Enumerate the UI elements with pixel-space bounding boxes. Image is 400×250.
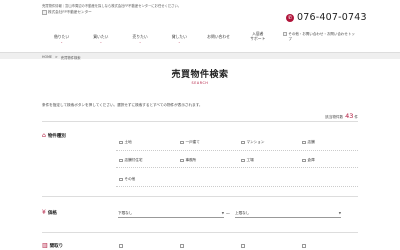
divider — [116, 150, 358, 151]
header-tagline: 売買物件情報｜富山市周辺の不動産を探しなら株式会社FP不動産センターにお任せくだ… — [42, 4, 182, 8]
nav-item-label: お問い合わせ — [207, 33, 230, 39]
phone-contact[interactable]: ✆ 076-407-0743 — [286, 12, 367, 23]
section-label-price: ¥ 価格 — [42, 209, 57, 216]
checkbox-other[interactable]: その他 — [119, 177, 135, 182]
checkbox-box[interactable] — [119, 177, 123, 182]
search-description: 条件を指定して検索ボタンを押してください。選択せずに検索するとすべての物件が表示… — [42, 103, 203, 107]
house-icon: ⌂ — [42, 132, 46, 139]
broken-image-icon — [42, 9, 47, 15]
checkbox-label: 店舗 — [307, 140, 315, 144]
checkbox-factory[interactable]: 工場 — [241, 158, 254, 163]
checkbox-box[interactable] — [180, 158, 184, 163]
chevron-down-icon: ⌄ — [60, 40, 63, 45]
checkbox-label: 事務所 — [185, 158, 197, 162]
checkbox-store-residence[interactable]: 店舗付住宅 — [119, 158, 142, 163]
section-label-text: 価格 — [47, 210, 57, 216]
nav-item-buy[interactable]: 買いたい ⌄ — [81, 28, 120, 46]
floorplan-icon: ▥ — [42, 242, 48, 249]
price-max-value: 上限なし — [235, 210, 250, 215]
nav-item-label: 買いたい — [93, 33, 109, 39]
checkbox-layout-option[interactable] — [241, 244, 247, 248]
checkbox-warehouse[interactable]: 倉庫 — [302, 158, 315, 163]
chevron-down-icon: ▼ — [221, 211, 224, 215]
breadcrumb-current: 売買物件検索 — [60, 55, 81, 60]
checkbox-box[interactable] — [180, 244, 184, 248]
nav-item-label: 入居者 サポート — [250, 31, 266, 41]
phone-number: 076-407-0743 — [297, 12, 367, 23]
checkbox-label: 工場 — [246, 158, 254, 162]
checkbox-mansion[interactable]: マンション — [241, 140, 264, 145]
breadcrumb-separator: > — [55, 54, 58, 59]
result-count-value: 43 — [345, 112, 354, 120]
checkbox-box[interactable] — [180, 140, 184, 145]
checkbox-box[interactable] — [241, 140, 245, 145]
divider — [42, 232, 358, 233]
checkbox-store[interactable]: 店舗 — [302, 140, 315, 145]
divider — [42, 196, 358, 197]
checkbox-house[interactable]: 一戸建て — [180, 140, 200, 145]
nav-item-contact[interactable]: お問い合わせ — [199, 28, 238, 46]
site-logo[interactable]: 株式会社FP不動産センター — [42, 9, 92, 15]
checkbox-land[interactable]: 土地 — [119, 140, 132, 145]
checkbox-label: マンション — [246, 140, 265, 144]
result-count-prefix: 該当物件数 — [325, 115, 344, 119]
nav-item-lend[interactable]: 貸したい ⌄ — [160, 28, 199, 46]
checkbox-box[interactable] — [302, 244, 306, 248]
broken-image-icon — [283, 32, 288, 36]
checkbox-layout-option[interactable] — [302, 244, 308, 248]
nav-item-sell[interactable]: 売りたい ⌄ — [120, 28, 159, 46]
nav-item-other[interactable]: その他・お問い合わせ・お問い合わせトップ — [283, 28, 358, 46]
section-label-text: 物件種別 — [47, 133, 66, 139]
divider — [42, 121, 358, 122]
checkbox-layout-option[interactable] — [180, 244, 186, 248]
checkbox-box[interactable] — [241, 244, 245, 248]
checkbox-box[interactable] — [119, 244, 123, 248]
page-subtitle: SEARCH — [191, 81, 209, 85]
checkbox-label: 倉庫 — [307, 158, 315, 162]
checkbox-box[interactable] — [119, 140, 123, 145]
nav-item-rent[interactable]: 借りたい ⌄ — [42, 28, 81, 46]
chevron-down-icon: ⌄ — [99, 40, 103, 45]
checkbox-box[interactable] — [302, 158, 306, 163]
checkbox-label: 店舗付住宅 — [124, 158, 143, 162]
breadcrumb: HOME > 売買物件検索 — [42, 55, 81, 60]
checkbox-label: その他 — [124, 177, 136, 181]
section-label-property-type: ⌂ 物件種別 — [42, 132, 66, 139]
checkbox-box[interactable] — [119, 158, 123, 163]
checkbox-box[interactable] — [302, 140, 306, 145]
breadcrumb-bar: HOME > 売買物件検索 — [0, 52, 400, 60]
price-max-select[interactable]: 上限なし ▼ — [235, 209, 341, 218]
section-label-text: 間取り — [49, 243, 64, 249]
chevron-down-icon: ▼ — [338, 211, 341, 215]
yen-icon: ¥ — [42, 209, 46, 216]
nav-item-label: その他・お問い合わせ・お問い合わせトップ — [288, 32, 355, 41]
phone-icon: ✆ — [286, 13, 294, 22]
breadcrumb-home-link[interactable]: HOME — [42, 55, 52, 60]
section-label-layout: ▥ 間取り — [42, 242, 63, 249]
chevron-down-icon: ⌄ — [178, 40, 181, 45]
page-title: 売買物件検索 — [171, 70, 229, 80]
result-count-suffix: 件 — [354, 115, 358, 119]
price-min-select[interactable]: 下限なし ▼ — [118, 209, 224, 218]
divider — [116, 167, 358, 168]
nav-item-label: 貸したい — [171, 33, 187, 39]
nav-item-label: 借りたい — [54, 33, 70, 39]
main-nav: 借りたい ⌄ 買いたい ⌄ 売りたい ⌄ 貸したい ⌄ お問い合わせ 入居者 サ… — [42, 28, 358, 46]
chevron-down-icon: ⌄ — [138, 40, 142, 45]
nav-item-resident-support[interactable]: 入居者 サポート — [238, 28, 277, 46]
divider — [116, 186, 358, 187]
checkbox-office[interactable]: 事務所 — [180, 158, 196, 163]
result-count: 該当物件数 43 件 — [325, 112, 358, 120]
price-range-separator: ～ — [226, 211, 230, 216]
logo-alt-text: 株式会社FP不動産センター — [48, 9, 92, 14]
checkbox-layout-option[interactable] — [119, 244, 125, 248]
checkbox-label: 一戸建て — [185, 140, 200, 144]
checkbox-label: 土地 — [124, 140, 132, 144]
checkbox-box[interactable] — [241, 158, 245, 163]
price-min-value: 下限なし — [118, 210, 133, 215]
nav-item-label: 売りたい — [132, 33, 148, 39]
